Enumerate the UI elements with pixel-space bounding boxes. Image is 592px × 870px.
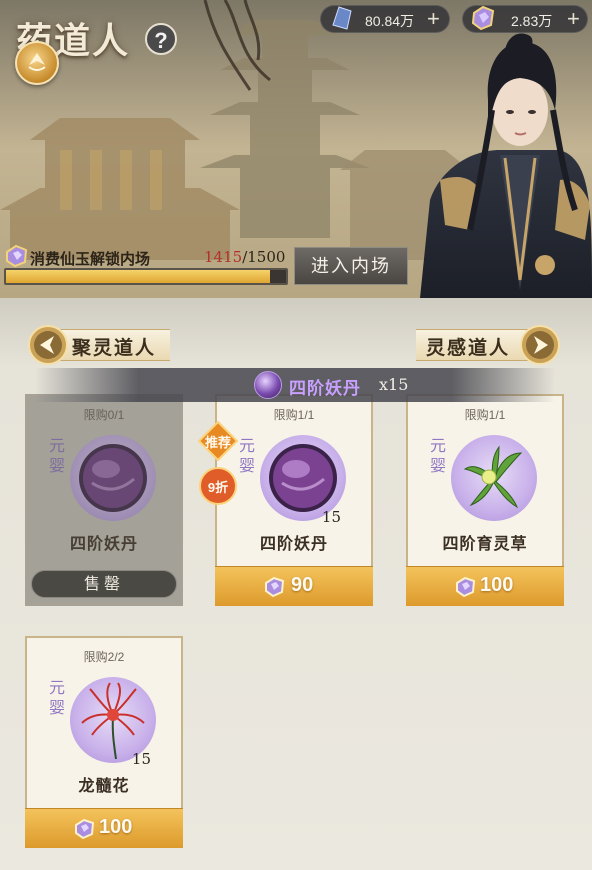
purchase-limit: 限购1/1: [464, 408, 506, 422]
item-price: 90: [291, 574, 314, 596]
purchase-limit: 限购1/1: [273, 408, 315, 422]
immortal-jade-icon: [471, 5, 495, 31]
recommend-label: 推荐: [204, 435, 231, 450]
unlock-total: 1500: [247, 248, 286, 266]
resource-value: 2.83万: [511, 13, 553, 29]
immortal-jade-icon: [456, 576, 476, 598]
shop-emblem-icon: [15, 41, 59, 85]
nav-prev-label: 聚灵道人: [72, 337, 157, 359]
discount-label: 9折: [207, 480, 229, 495]
add-resource-button[interactable]: +: [567, 7, 580, 31]
resource-spirit-stone: 80.84万 +: [320, 5, 450, 33]
item-price: 100: [99, 816, 133, 838]
nav-prev-shop[interactable]: 聚灵道人: [26, 323, 176, 367]
realm-label: 元婴: [239, 436, 256, 475]
beast-core-icon: [254, 371, 282, 399]
immortal-jade-icon: [6, 244, 28, 268]
recommend-badge: 推荐: [197, 420, 239, 462]
progress-fill: [6, 270, 271, 283]
spirit-herb-icon: [463, 445, 523, 509]
resource-value: 80.84万: [365, 13, 415, 29]
shop-item-card[interactable]: 限购0/1 元婴 四阶妖丹 售罄: [25, 394, 183, 606]
add-resource-button[interactable]: +: [427, 7, 440, 31]
immortal-jade-icon: [75, 818, 95, 840]
price-button[interactable]: 100: [406, 566, 564, 606]
banner-item: 四阶妖丹: [289, 379, 361, 399]
resource-immortal-jade: 2.83万 +: [462, 5, 588, 33]
arrow-right-icon: [520, 325, 560, 365]
item-name: 四阶妖丹: [259, 534, 328, 553]
realm-label: 元婴: [49, 678, 66, 717]
banner-multiplier: x15: [379, 375, 409, 394]
item-name: 四阶育灵草: [442, 534, 528, 553]
arrow-left-icon: [28, 325, 68, 365]
item-price: 100: [480, 574, 514, 596]
item-name: 龙髓花: [78, 776, 130, 795]
unlock-progress-bar: [4, 268, 288, 285]
item-quantity: 15: [321, 508, 341, 526]
price-button[interactable]: 100: [25, 808, 183, 848]
item-quantity: 15: [131, 750, 151, 768]
shop-header: 药道人 ? 80.84万 + 2.83万 + 消费仙玉解锁内场 1415/150…: [0, 0, 592, 298]
discount-badge: 9折: [198, 466, 238, 506]
unlock-label: 消费仙玉解锁内场: [30, 250, 151, 268]
purchase-limit: 限购2/2: [83, 650, 125, 664]
immortal-jade-icon: [265, 576, 285, 598]
reward-banner: 四阶妖丹 x15: [35, 368, 555, 402]
sold-out-badge: 售罄: [31, 570, 177, 598]
shop-item-card[interactable]: 限购2/2 元婴 15 龙髓花 100: [25, 636, 183, 848]
price-button[interactable]: 90: [215, 566, 373, 606]
shop-item-card[interactable]: 限购1/1 元婴 15 四阶妖丹 90: [215, 394, 373, 606]
unlock-progress-text: 1415/1500: [204, 248, 285, 266]
nav-next-shop[interactable]: 灵感道人: [416, 323, 566, 367]
enter-inner-button[interactable]: 进入内场: [294, 247, 408, 285]
unlock-current: 1415: [204, 248, 243, 266]
shop-item-card[interactable]: 限购1/1 元婴 四阶育灵草 100: [406, 394, 564, 606]
spirit-stone-icon: [332, 6, 352, 30]
realm-label: 元婴: [430, 436, 447, 475]
question-mark-icon[interactable]: ?: [145, 23, 177, 55]
nav-next-label: 灵感道人: [426, 337, 511, 359]
